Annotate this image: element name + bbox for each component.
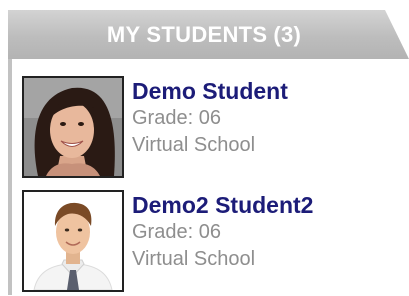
student-photo[interactable] [22,190,124,292]
student-photo-image [24,78,122,176]
student-name-link[interactable]: Demo2 Student2 [132,192,313,219]
student-photo-image [24,192,122,290]
student-info: Demo2 Student2 Grade: 06 Virtual School [132,192,313,273]
student-card: Demo2 Student2 Grade: 06 Virtual School [22,190,402,296]
student-name-link[interactable]: Demo Student [132,78,288,105]
student-card: Demo Student Grade: 06 Virtual School [22,76,402,182]
student-grade: Grade: 06 [132,107,221,129]
widget-title: MY STUDENTS (3) [19,10,389,59]
student-grade: Grade: 06 [132,221,221,243]
student-count: (3) [273,22,302,47]
student-school: Virtual School [132,134,256,156]
my-students-widget: MY STUDENTS (3) Demo Student Grade: 06 V… [0,0,409,295]
widget-title-label: MY STUDENTS [106,22,268,47]
widget-header: MY STUDENTS (3) [8,10,409,59]
student-info: Demo Student Grade: 06 Virtual School [132,78,288,159]
student-photo[interactable] [22,76,124,178]
student-school: Virtual School [132,248,256,270]
